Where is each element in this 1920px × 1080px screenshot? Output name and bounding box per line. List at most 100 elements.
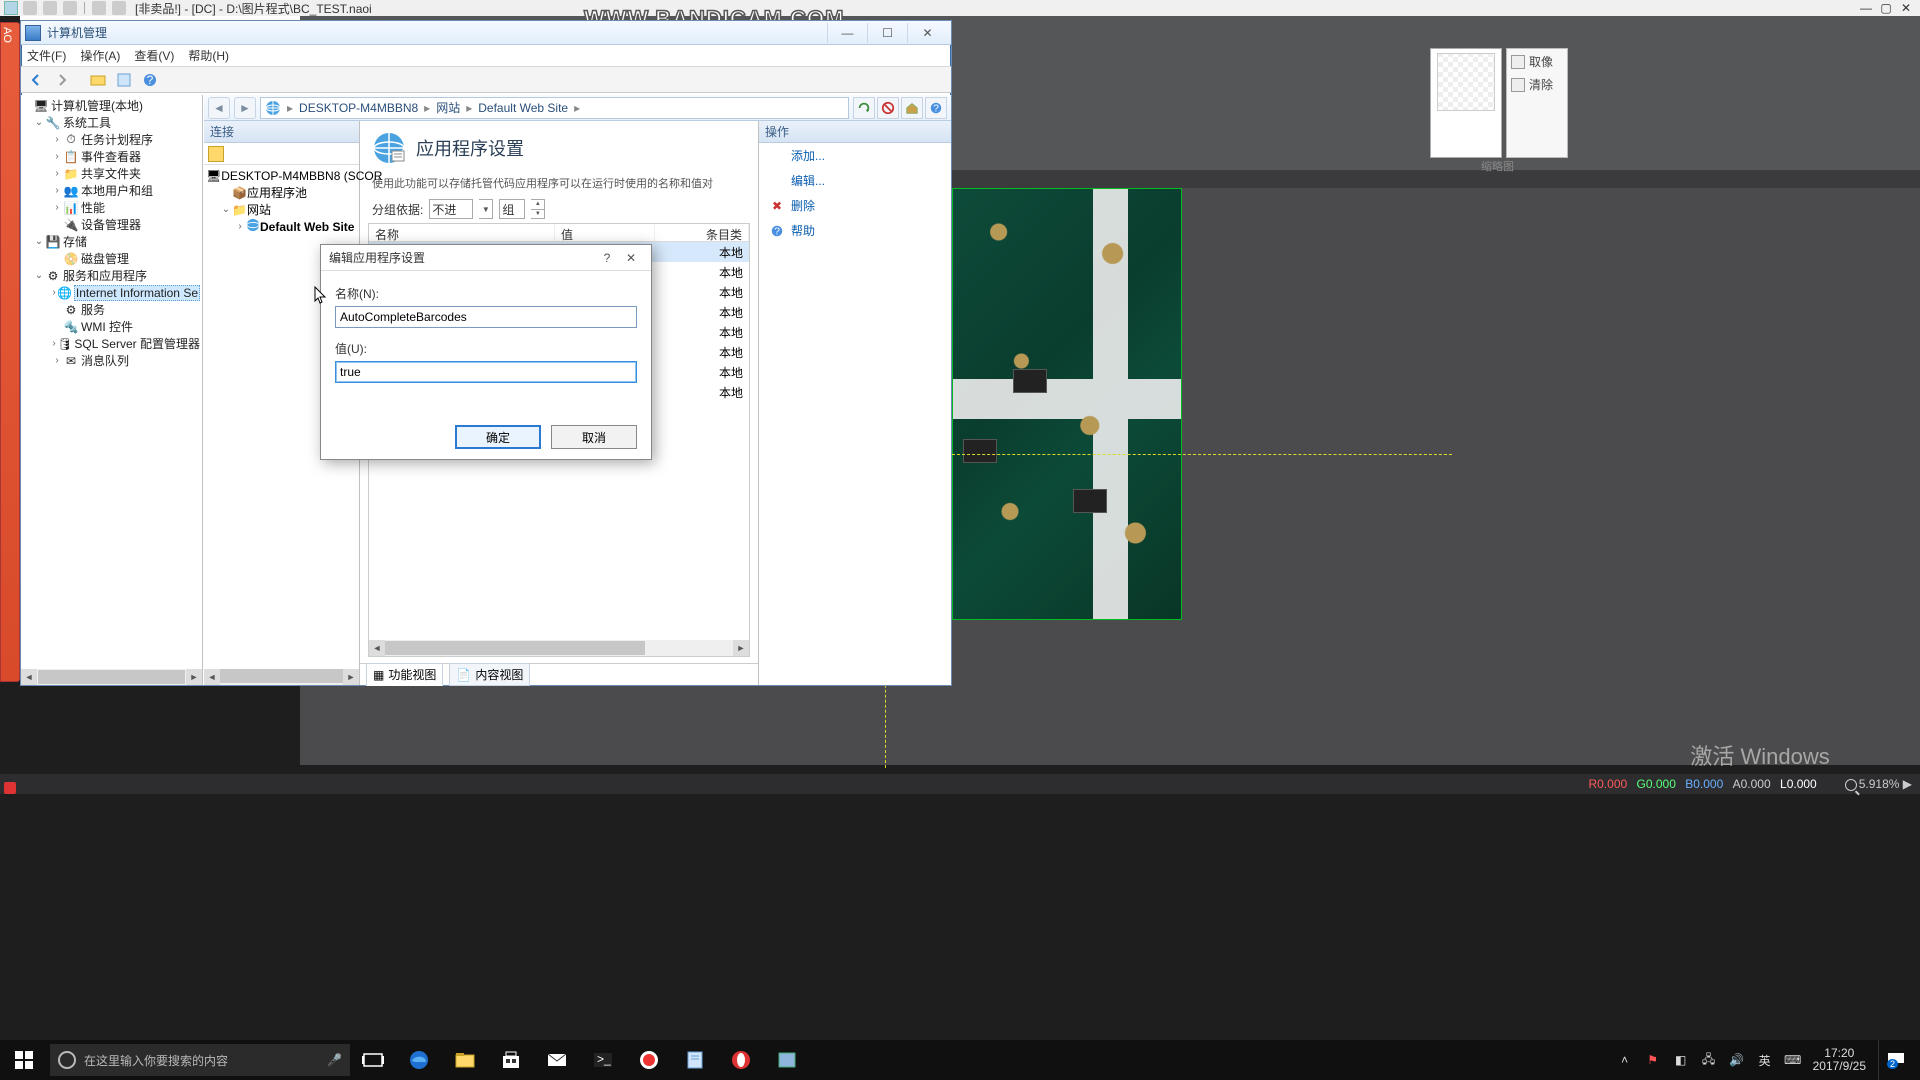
bc-sites[interactable]: 网站 xyxy=(436,99,460,116)
editor-left-panel-tab[interactable]: AO xyxy=(0,22,20,682)
editor-tool-icon[interactable] xyxy=(43,1,57,15)
task-view-button[interactable] xyxy=(350,1040,396,1080)
taskbar-cmd[interactable]: >_ xyxy=(580,1040,626,1080)
editor-maximize-button[interactable]: ▢ xyxy=(1876,1,1896,15)
toolbar-forward-button[interactable] xyxy=(51,69,73,91)
menu-help[interactable]: 帮助(H) xyxy=(188,47,229,64)
list-hscrollbar[interactable]: ◄► xyxy=(369,640,749,656)
taskbar-store[interactable] xyxy=(488,1040,534,1080)
tray-network-icon[interactable]: 🖧 xyxy=(1701,1052,1717,1068)
taskbar-opera[interactable] xyxy=(718,1040,764,1080)
taskbar-bandicam[interactable] xyxy=(626,1040,672,1080)
cm-minimize-button[interactable]: — xyxy=(827,23,867,43)
col-value[interactable]: 值 xyxy=(555,224,655,241)
iis-breadcrumb[interactable]: ▸ DESKTOP-M4MBBN8 ▸ 网站 ▸ Default Web Sit… xyxy=(260,97,849,119)
spinner[interactable]: ▲▼ xyxy=(531,199,545,219)
cm-close-button[interactable]: ✕ xyxy=(907,23,947,43)
action-add[interactable]: 添加... xyxy=(759,143,951,168)
col-entry-type[interactable]: 条目类 xyxy=(655,224,749,241)
tree-wmi[interactable]: 🔩WMI 控件 xyxy=(21,318,200,335)
group-by-select[interactable]: 不进 xyxy=(429,199,473,219)
tree-device-manager[interactable]: 🔌设备管理器 xyxy=(21,216,200,233)
tab-content-view[interactable]: 📄内容视图 xyxy=(449,663,530,686)
tree-storage[interactable]: ⌄💾存储 xyxy=(21,233,200,250)
editor-tool-icon[interactable] xyxy=(63,1,77,15)
dialog-title-bar[interactable]: 编辑应用程序设置 ? ✕ xyxy=(321,245,651,271)
microphone-icon[interactable]: 🎤 xyxy=(327,1053,342,1067)
tray-keyboard-icon[interactable]: ⌨ xyxy=(1785,1052,1801,1068)
editor-tool-icon[interactable] xyxy=(92,1,106,15)
toolbar-back-button[interactable] xyxy=(25,69,47,91)
iis-nav-back[interactable]: ◄ xyxy=(208,97,230,119)
tray-app-icon[interactable]: ◧ xyxy=(1673,1052,1689,1068)
bc-host[interactable]: DESKTOP-M4MBBN8 xyxy=(299,101,418,115)
iis-nav-forward[interactable]: ► xyxy=(234,97,256,119)
bc-default-site[interactable]: Default Web Site xyxy=(478,101,568,115)
tree-disk-management[interactable]: 📀磁盘管理 xyxy=(21,250,200,267)
cancel-button[interactable]: 取消 xyxy=(551,425,637,449)
menu-action[interactable]: 操作(A) xyxy=(80,47,120,64)
tree-performance[interactable]: ›📊性能 xyxy=(21,199,200,216)
action-help[interactable]: ?帮助 xyxy=(759,218,951,243)
dropdown-icon[interactable]: ▼ xyxy=(479,199,493,219)
taskbar-edge[interactable] xyxy=(396,1040,442,1080)
toolbar-folder-button[interactable] xyxy=(87,69,109,91)
menu-view[interactable]: 查看(V) xyxy=(134,47,174,64)
iis-home-button[interactable] xyxy=(901,97,923,119)
editor-guide-horizontal[interactable] xyxy=(952,454,1452,455)
action-delete[interactable]: ✖删除 xyxy=(759,193,951,218)
tree-iis[interactable]: ›🌐Internet Information Se xyxy=(21,284,200,301)
group-by-select2[interactable]: 组 xyxy=(499,199,525,219)
start-button[interactable] xyxy=(0,1040,48,1080)
action-center-button[interactable]: 2 xyxy=(1878,1040,1912,1080)
menu-file[interactable]: 文件(F) xyxy=(27,47,66,64)
taskbar-search-box[interactable]: 在这里输入你要搜索的内容 🎤 xyxy=(50,1044,350,1076)
thumbnail-image[interactable] xyxy=(1437,53,1495,111)
tray-ime-icon[interactable]: 英 xyxy=(1757,1052,1773,1068)
editor-tool-icon[interactable] xyxy=(112,1,126,15)
value-input[interactable] xyxy=(335,361,637,383)
conn-default-site[interactable]: ›Default Web Site xyxy=(206,218,357,235)
tray-chevron-up-icon[interactable]: ˄ xyxy=(1617,1052,1633,1068)
tree-msmq[interactable]: ›✉消息队列 xyxy=(21,352,200,369)
dialog-help-button[interactable]: ? xyxy=(595,248,619,268)
editor-close-button[interactable]: ✕ xyxy=(1896,1,1916,15)
dialog-close-button[interactable]: ✕ xyxy=(619,248,643,268)
tray-volume-icon[interactable]: 🔊 xyxy=(1729,1052,1745,1068)
editor-tool-icon[interactable] xyxy=(23,1,37,15)
tree-sql-config[interactable]: ›🛢SQL Server 配置管理器 xyxy=(21,335,200,352)
tree-task-scheduler[interactable]: ›⏱任务计划程序 xyxy=(21,131,200,148)
tree-event-viewer[interactable]: ›📋事件查看器 xyxy=(21,148,200,165)
status-zoom[interactable]: 5.918% ▶ xyxy=(1845,777,1912,791)
tree-local-users[interactable]: ›👥本地用户和组 xyxy=(21,182,200,199)
col-name[interactable]: 名称 xyxy=(369,224,555,241)
name-input[interactable] xyxy=(335,306,637,328)
tree-hscrollbar[interactable]: ◄► xyxy=(21,669,202,685)
conn-host[interactable]: 🖥DESKTOP-M4MBBN8 (SCOR xyxy=(206,167,357,184)
taskbar-notepad[interactable] xyxy=(672,1040,718,1080)
cm-maximize-button[interactable]: ☐ xyxy=(867,23,907,43)
taskbar-mail[interactable] xyxy=(534,1040,580,1080)
conn-app-pools[interactable]: 📦应用程序池 xyxy=(206,184,357,201)
iis-help-button[interactable]: ? xyxy=(925,97,947,119)
editor-image-pcb[interactable] xyxy=(952,188,1182,620)
connections-hscrollbar[interactable]: ◄► xyxy=(204,669,359,685)
tray-security-icon[interactable]: ⚑ xyxy=(1645,1052,1661,1068)
folder-icon[interactable] xyxy=(208,146,224,162)
action-edit[interactable]: 编辑... xyxy=(759,168,951,193)
tray-clock[interactable]: 17:20 2017/9/25 xyxy=(1813,1047,1866,1073)
clear-button[interactable]: 清除 xyxy=(1511,76,1563,93)
tab-features-view[interactable]: ▦功能视图 xyxy=(366,663,443,686)
cm-title-bar[interactable]: 计算机管理 — ☐ ✕ xyxy=(21,21,951,45)
editor-minimize-button[interactable]: — xyxy=(1856,1,1876,15)
toolbar-properties-button[interactable] xyxy=(113,69,135,91)
tree-system-tools[interactable]: ⌄🔧系统工具 xyxy=(21,114,200,131)
taskbar-app[interactable] xyxy=(764,1040,810,1080)
ok-button[interactable]: 确定 xyxy=(455,425,541,449)
iis-stop-button[interactable] xyxy=(877,97,899,119)
conn-sites[interactable]: ⌄📁网站 xyxy=(206,201,357,218)
iis-refresh-button[interactable] xyxy=(853,97,875,119)
tree-services-apps[interactable]: ⌄⚙服务和应用程序 xyxy=(21,267,200,284)
tree-shared-folders[interactable]: ›📁共享文件夹 xyxy=(21,165,200,182)
taskbar-explorer[interactable] xyxy=(442,1040,488,1080)
